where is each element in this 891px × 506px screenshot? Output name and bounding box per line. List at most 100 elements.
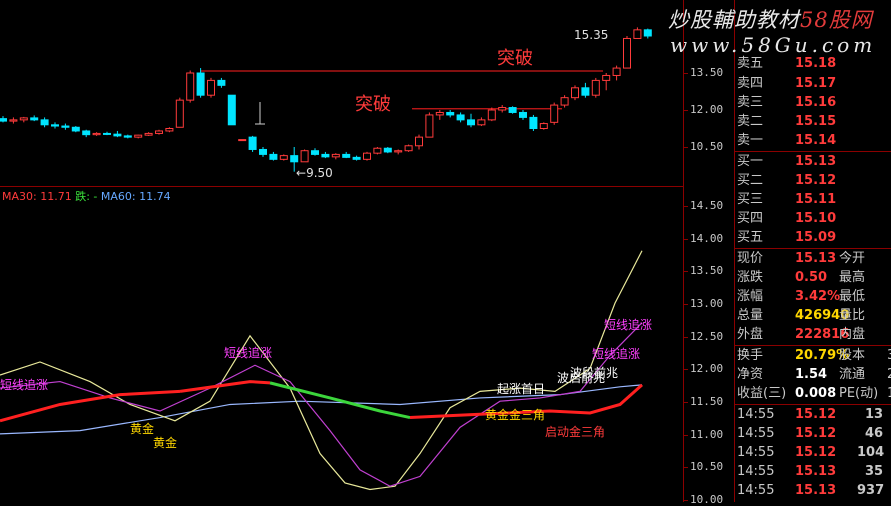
short-rise-label-right2: 短线追涨 — [592, 347, 641, 361]
candle — [612, 65, 621, 81]
candle-body — [123, 135, 132, 138]
candle — [279, 154, 288, 161]
candle-body — [92, 132, 101, 136]
upper-grid — [200, 70, 603, 125]
candle — [269, 151, 278, 161]
axis-tick-lower: 11.00 — [683, 428, 724, 441]
short-rise-label-right1: 短线追涨 — [604, 318, 653, 332]
candle-body — [623, 37, 631, 69]
candle-body — [300, 150, 309, 163]
axis-tick-lower: 13.50 — [683, 264, 724, 277]
candle — [435, 110, 444, 120]
candle — [103, 131, 111, 136]
axis-tick-lower: 10.00 — [683, 493, 724, 506]
candle-body — [30, 117, 39, 121]
candle — [82, 129, 91, 138]
candle — [155, 129, 163, 135]
candle-body — [40, 119, 49, 126]
candle-body — [269, 153, 278, 160]
candle-body — [0, 118, 7, 122]
candle — [144, 132, 153, 136]
candle-body — [539, 123, 548, 129]
candle — [321, 151, 330, 159]
candle — [633, 27, 642, 39]
candle — [92, 132, 101, 136]
candle-body — [165, 128, 174, 132]
candle-body — [415, 136, 423, 147]
candle-body — [519, 111, 527, 118]
candle-body — [51, 124, 59, 127]
golden-triangle-label: 黄金金三角 — [485, 408, 546, 422]
candle — [425, 112, 434, 138]
candle-body — [581, 87, 590, 96]
breakout-mid-label: 突破 — [355, 94, 391, 115]
candle-body — [290, 155, 299, 163]
candle — [363, 151, 371, 161]
candle — [71, 126, 80, 133]
candle-body — [82, 130, 91, 136]
pane-divider[interactable] — [0, 186, 683, 187]
candle-body — [279, 155, 288, 160]
candle-body — [529, 116, 538, 130]
golden-label-b: 黄金 — [153, 436, 178, 450]
wave-start-label: 波启前兆 — [557, 371, 606, 385]
candle-body — [363, 152, 371, 160]
breakout-top-label: 突破 — [497, 48, 533, 69]
candle — [300, 149, 309, 163]
candle-body — [175, 99, 184, 128]
candlesticks — [0, 27, 652, 172]
candle — [404, 144, 413, 152]
candle-body — [508, 107, 517, 113]
candle — [383, 147, 392, 154]
axis-tick-lower: 10.50 — [683, 460, 724, 473]
low-price-value: 9.50 — [306, 166, 333, 180]
quote-panel: 卖五 15.18 卖四 15.17 卖三 15.16 卖二 15.15 卖一 15.14 … — [734, 0, 891, 502]
candle — [40, 117, 49, 128]
candle — [571, 85, 579, 101]
candle — [175, 97, 184, 128]
candle — [134, 134, 143, 139]
axis-tick-lower: 14.50 — [683, 199, 724, 212]
candle — [508, 106, 517, 114]
low-price-label: ←9.50 — [296, 166, 333, 180]
ticks-divider — [735, 404, 891, 405]
candle-body — [238, 139, 247, 142]
candle — [550, 102, 559, 125]
candle — [238, 139, 247, 142]
candle-body — [196, 72, 205, 96]
candle-body — [383, 147, 392, 153]
short-rise-label-mid: 短线追涨 — [224, 346, 273, 360]
candle — [207, 77, 215, 98]
candle-body — [352, 156, 361, 160]
axis-tick-upper: 13.50 — [683, 66, 724, 79]
candle-body — [550, 104, 559, 123]
stats2-divider — [735, 345, 891, 346]
candle-body — [155, 130, 163, 134]
candle-body — [404, 145, 413, 152]
candle-body — [477, 119, 486, 126]
stats-divider — [735, 248, 891, 249]
candle-body — [113, 133, 122, 137]
ma30-label: MA30: 11.71 — [2, 190, 72, 203]
axis-tick-lower: 11.50 — [683, 395, 724, 408]
candle-body — [311, 150, 319, 155]
ma30-red-b — [179, 380, 271, 393]
candle — [217, 77, 226, 88]
candle — [446, 110, 455, 118]
candle — [30, 115, 39, 122]
candle — [415, 134, 423, 150]
ma30-green — [269, 381, 411, 420]
candle — [259, 147, 267, 157]
candle — [373, 147, 382, 155]
candle-body — [446, 111, 455, 116]
stat-row-turnover: 换手20.79%股本3 — [737, 348, 891, 363]
stat-row-netasset: 净资1.54流通2 — [737, 367, 891, 382]
indicator-lines — [0, 250, 643, 491]
candle-body — [373, 147, 382, 154]
candle-body — [71, 126, 80, 132]
candle — [519, 110, 527, 120]
candle — [352, 155, 361, 161]
candle-body — [602, 74, 611, 81]
candle — [477, 117, 486, 127]
candle — [456, 112, 465, 123]
